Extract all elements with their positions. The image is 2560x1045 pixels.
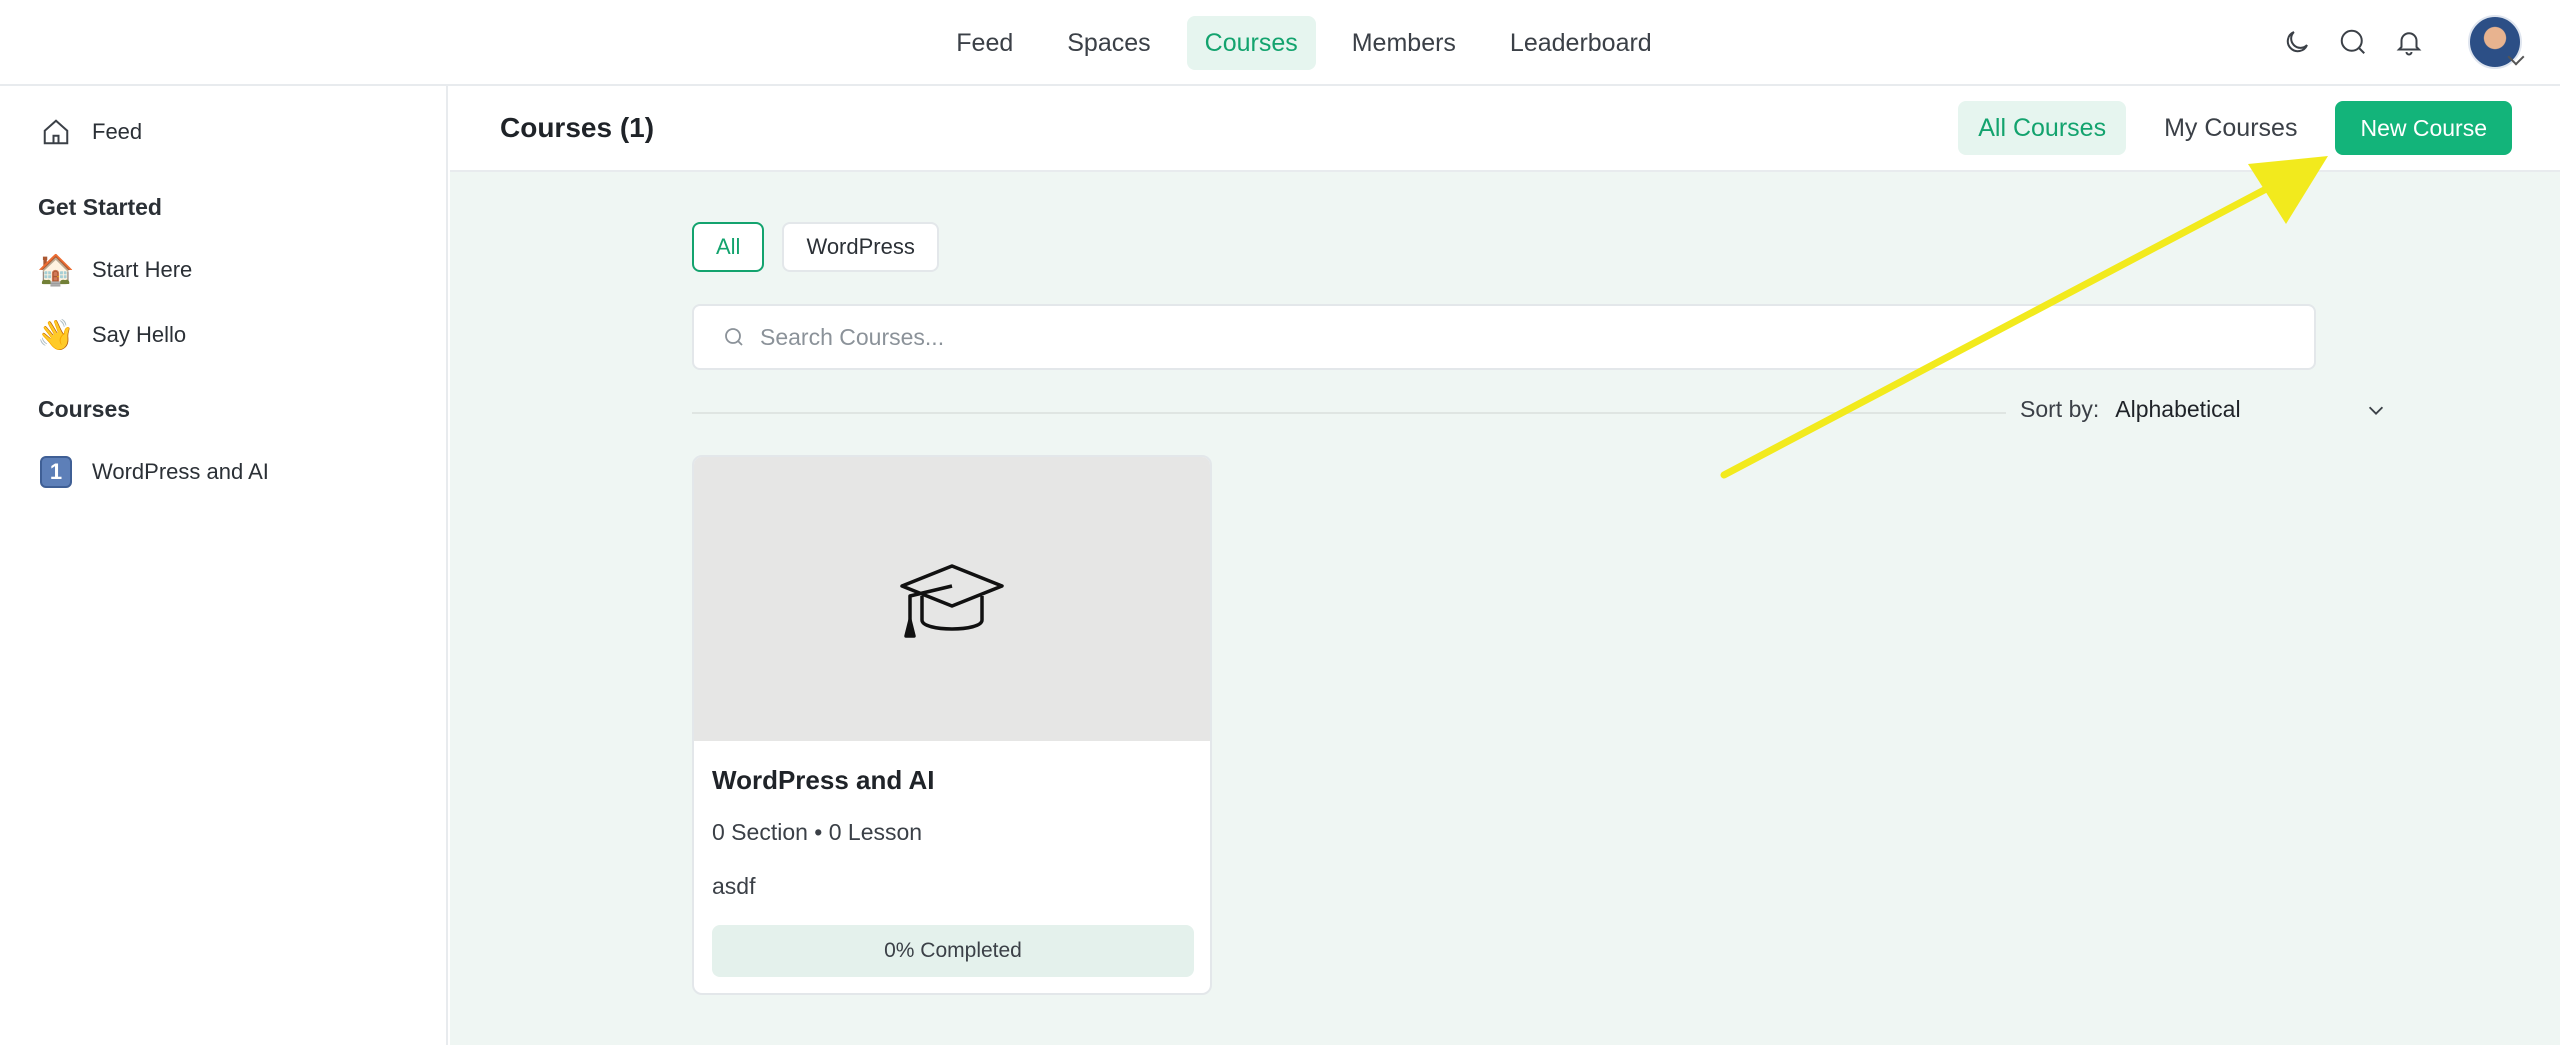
sort-label: Sort by: [2020,396,2100,422]
sidebar-item-label: WordPress and AI [92,459,269,484]
sidebar-heading-get-started: Get Started [38,194,162,220]
number-one-emoji-icon: 1 [38,454,74,490]
top-navigation-bar: Feed Spaces Courses Members Leaderboard [0,0,2560,86]
sidebar-item-label: Feed [92,119,143,144]
nav-feed[interactable]: Feed [938,16,1031,70]
search-icon[interactable] [2336,25,2370,59]
sidebar-item-wordpress-and-ai[interactable]: 1 WordPress and AI [38,449,269,495]
house-emoji-icon: 🏠 [37,253,75,287]
page-title: Courses (1) [500,112,655,143]
nav-members[interactable]: Members [1334,16,1474,70]
header-actions: All Courses My Courses New Course [1958,101,2512,155]
nav-courses[interactable]: Courses [1186,16,1316,70]
sort-divider [692,412,2006,414]
bell-icon[interactable] [2392,25,2426,59]
new-course-button[interactable]: New Course [2335,101,2512,155]
search-icon [725,328,743,346]
sidebar: Feed Get Started 🏠 Start Here 👋 Say Hell… [0,86,448,1045]
sidebar-item-label: Start Here [92,257,193,282]
sort-select[interactable]: Alphabetical [2115,396,2240,423]
course-thumbnail [694,457,1210,741]
sort-control: Sort by: Alphabetical [2020,396,2387,423]
chevron-down-icon[interactable] [2365,399,2387,421]
home-icon [38,114,74,150]
sidebar-item-feed[interactable]: Feed [38,109,142,155]
sidebar-item-start-here[interactable]: 🏠 Start Here [37,247,193,293]
search-input[interactable] [760,323,2260,351]
course-card[interactable]: WordPress and AI 0 Section • 0 Lesson as… [692,455,1212,995]
nav-leaderboard[interactable]: Leaderboard [1492,16,1670,70]
user-avatar[interactable] [2468,15,2522,69]
filter-all[interactable]: All [692,222,765,272]
search-box [692,304,2316,370]
course-description: asdf [712,873,756,899]
number-one-badge: 1 [40,456,72,488]
sidebar-item-say-hello[interactable]: 👋 Say Hello [37,312,187,358]
waving-hand-emoji-icon: 👋 [37,318,75,352]
progress-label: 0% Completed [884,939,1022,962]
all-courses-button[interactable]: All Courses [1958,101,2127,155]
content-header: Courses (1) All Courses My Courses New C… [450,86,2560,172]
main-nav: Feed Spaces Courses Members Leaderboard [0,16,2560,70]
filter-wordpress[interactable]: WordPress [782,222,939,272]
course-filters: All WordPress [692,222,939,272]
course-progress-bar: 0% Completed [712,925,1194,977]
course-title: WordPress and AI [712,765,935,795]
course-meta: 0 Section • 0 Lesson [712,819,923,845]
courses-main: All WordPress Sort by: Alphabetical Word… [450,172,2560,1045]
nav-spaces[interactable]: Spaces [1049,16,1168,70]
moon-icon[interactable] [2280,25,2314,59]
sidebar-heading-courses: Courses [38,396,131,422]
sidebar-item-label: Say Hello [92,322,187,347]
graduation-cap-icon [900,564,1004,638]
my-courses-button[interactable]: My Courses [2144,101,2317,155]
top-icons [2280,14,2522,70]
